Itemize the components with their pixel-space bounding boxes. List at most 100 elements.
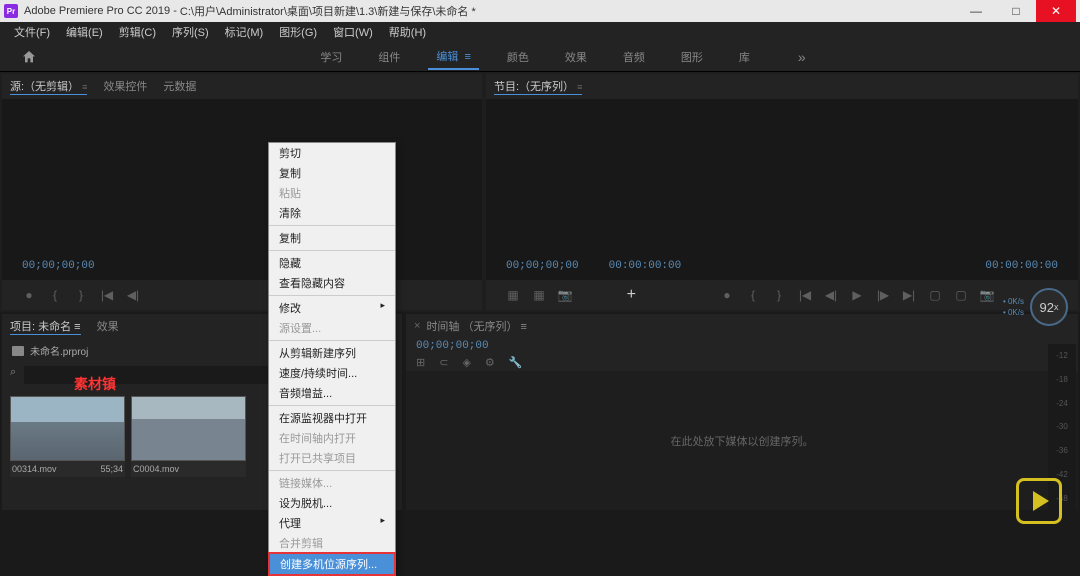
goto-in-icon[interactable]: |◀ bbox=[100, 288, 114, 302]
in-point-icon[interactable]: { bbox=[48, 288, 62, 302]
in2-icon[interactable]: { bbox=[746, 288, 760, 302]
project-tab[interactable]: 项目: 未命名 ≡ bbox=[10, 318, 81, 335]
clip-thumbnail[interactable] bbox=[131, 396, 246, 461]
context-menu: 剪切复制粘贴清除复制隐藏查看隐藏内容修改源设置...从剪辑新建序列速度/持续时间… bbox=[268, 142, 396, 576]
menu-help[interactable]: 帮助(H) bbox=[383, 22, 432, 42]
insert-icon[interactable]: ▦ bbox=[506, 288, 520, 302]
menu-item[interactable]: 修改 bbox=[269, 298, 395, 318]
program-controls: ▦ ▦ 📷 + ● { } |◀ ◀| ▶ |▶ ▶| ▢ ▢ 📷 + bbox=[486, 280, 1078, 310]
ws-tab-learn[interactable]: 学习 bbox=[312, 45, 350, 69]
extract-icon[interactable]: ▢ bbox=[954, 288, 968, 302]
effect-controls-tab[interactable]: 效果控件 bbox=[103, 78, 147, 95]
marker-icon[interactable]: ● bbox=[22, 288, 36, 302]
marker2-icon[interactable]: ● bbox=[720, 288, 734, 302]
overwrite-icon[interactable]: ▦ bbox=[532, 288, 546, 302]
step-back-icon[interactable]: ◀| bbox=[126, 288, 140, 302]
export-frame-icon[interactable]: 📷 bbox=[558, 288, 572, 302]
link-icon[interactable]: ⊂ bbox=[439, 356, 448, 369]
source-controls: ● { } |◀ ◀| bbox=[2, 280, 482, 310]
menu-item[interactable]: 设为脱机... bbox=[269, 493, 395, 513]
timeline-drop-area[interactable]: 在此处放下媒体以创建序列。 bbox=[406, 371, 1078, 510]
menu-marker[interactable]: 标记(M) bbox=[219, 22, 270, 42]
step-fwd-icon[interactable]: |▶ bbox=[876, 288, 890, 302]
play-icon[interactable]: ▶ bbox=[850, 288, 864, 302]
step-back2-icon[interactable]: ◀| bbox=[824, 288, 838, 302]
menu-item[interactable]: 音频增益... bbox=[269, 383, 395, 403]
out2-icon[interactable]: } bbox=[772, 288, 786, 302]
close-button[interactable]: ✕ bbox=[1036, 0, 1076, 22]
search-icon: ⌕ bbox=[10, 366, 16, 386]
menu-item[interactable]: 创建多机位源序列... bbox=[268, 552, 396, 576]
menu-item[interactable]: 速度/持续时间... bbox=[269, 363, 395, 383]
menu-separator bbox=[269, 295, 395, 296]
effects-tab[interactable]: 效果 bbox=[97, 318, 119, 335]
clip-thumbnail[interactable] bbox=[10, 396, 125, 461]
ws-tab-libraries[interactable]: 库 bbox=[731, 45, 758, 69]
ws-tab-audio[interactable]: 音频 bbox=[615, 45, 653, 69]
maximize-button[interactable]: □ bbox=[996, 0, 1036, 22]
menu-item[interactable]: 代理 bbox=[269, 513, 395, 533]
program-monitor: 00;00;00;00 00:00:00:00 00:00:00:00 bbox=[486, 99, 1078, 280]
menu-item[interactable]: 复制 bbox=[269, 228, 395, 248]
menu-item[interactable]: 隐藏 bbox=[269, 253, 395, 273]
menu-window[interactable]: 窗口(W) bbox=[327, 22, 379, 42]
title-path: C:\用户\Administrator\桌面\项目新建\1.3\新建与保存\未命… bbox=[180, 3, 476, 19]
timeline-tab[interactable]: 时间轴 （无序列） ≡ bbox=[426, 318, 527, 334]
out-point-icon[interactable]: } bbox=[74, 288, 88, 302]
menu-separator bbox=[269, 250, 395, 251]
home-icon[interactable] bbox=[20, 49, 38, 65]
timeline-tools: ⊞ ⊂ ◈ ⚙ 🔧 bbox=[406, 354, 1078, 371]
settings-icon[interactable]: ⚙ bbox=[485, 356, 495, 369]
menu-item[interactable]: 从剪辑新建序列 bbox=[269, 343, 395, 363]
play-overlay-icon[interactable] bbox=[1016, 478, 1062, 524]
add-button-icon[interactable]: + bbox=[627, 286, 636, 304]
menu-item[interactable]: 剪切 bbox=[269, 143, 395, 163]
wrench-icon[interactable]: 🔧 bbox=[509, 356, 523, 369]
ws-tab-color[interactable]: 颜色 bbox=[499, 45, 537, 69]
ws-tab-effects[interactable]: 效果 bbox=[557, 45, 595, 69]
lift-icon[interactable]: ▢ bbox=[928, 288, 942, 302]
menu-item: 链接媒体... bbox=[269, 473, 395, 493]
menu-clip[interactable]: 剪辑(C) bbox=[113, 22, 162, 42]
source-tab[interactable]: 源:（无剪辑） ≡ bbox=[10, 78, 87, 95]
clip-duration: 55;34 bbox=[100, 464, 123, 474]
project-filename: 未命名.prproj bbox=[30, 343, 88, 358]
monitor-area: 源:（无剪辑） ≡ 效果控件 元数据 00;00;00;00 ● { } |◀ … bbox=[0, 72, 1080, 312]
source-panel: 源:（无剪辑） ≡ 效果控件 元数据 00;00;00;00 ● { } |◀ … bbox=[2, 74, 482, 310]
clip-item[interactable]: C0004.mov bbox=[131, 396, 246, 477]
program-tab[interactable]: 节目:（无序列） ≡ bbox=[494, 78, 582, 95]
timeline-timecode[interactable]: 00;00;00;00 bbox=[406, 338, 1078, 354]
menu-file[interactable]: 文件(F) bbox=[8, 22, 56, 42]
app-icon: Pr bbox=[4, 4, 18, 18]
menubar: 文件(F) 编辑(E) 剪辑(C) 序列(S) 标记(M) 图形(G) 窗口(W… bbox=[0, 22, 1080, 42]
menu-item: 粘贴 bbox=[269, 183, 395, 203]
menu-edit[interactable]: 编辑(E) bbox=[60, 22, 109, 42]
menu-graphics[interactable]: 图形(G) bbox=[273, 22, 323, 42]
menu-separator bbox=[269, 405, 395, 406]
source-tc-out: 00;00;00;00 bbox=[506, 260, 579, 272]
source-monitor: 00;00;00;00 bbox=[2, 99, 482, 280]
ws-tab-editing[interactable]: 编辑 ≡ bbox=[428, 44, 479, 70]
menu-item[interactable]: 清除 bbox=[269, 203, 395, 223]
menu-item[interactable]: 复制 bbox=[269, 163, 395, 183]
folder-icon bbox=[12, 346, 24, 356]
ws-tab-assembly[interactable]: 组件 bbox=[370, 45, 408, 69]
titlebar: Pr Adobe Premiere Pro CC 2019 - C:\用户\Ad… bbox=[0, 0, 1080, 22]
minimize-button[interactable]: — bbox=[956, 0, 996, 22]
marker-tool-icon[interactable]: ◈ bbox=[462, 356, 470, 369]
goto-out-icon[interactable]: ▶| bbox=[902, 288, 916, 302]
export2-icon[interactable]: 📷 bbox=[980, 288, 994, 302]
clip-item[interactable]: 00314.mov 55;34 bbox=[10, 396, 125, 477]
annotation-label: 素材镇 bbox=[74, 374, 116, 394]
ws-more-icon[interactable]: » bbox=[798, 49, 806, 65]
goto-in2-icon[interactable]: |◀ bbox=[798, 288, 812, 302]
ws-tab-graphics[interactable]: 图形 bbox=[673, 45, 711, 69]
source-tc-in[interactable]: 00;00;00;00 bbox=[22, 260, 95, 272]
menu-item[interactable]: 查看隐藏内容 bbox=[269, 273, 395, 293]
metadata-tab[interactable]: 元数据 bbox=[163, 78, 196, 95]
score-badge: 92x bbox=[1030, 288, 1068, 326]
program-tc-in[interactable]: 00:00:00:00 bbox=[609, 260, 682, 272]
menu-item[interactable]: 在源监视器中打开 bbox=[269, 408, 395, 428]
snap-icon[interactable]: ⊞ bbox=[416, 356, 425, 369]
menu-sequence[interactable]: 序列(S) bbox=[166, 22, 215, 42]
